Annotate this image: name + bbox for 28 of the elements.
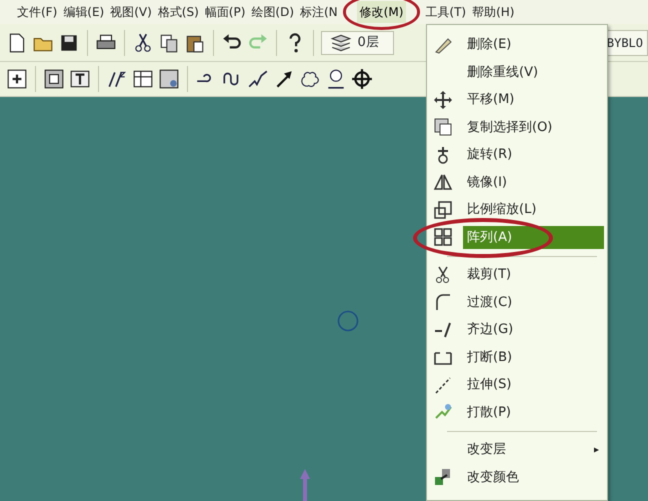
menu-item[interactable]: 打断(B) <box>463 346 604 369</box>
menu-item[interactable]: 旋转(R) <box>463 143 604 166</box>
menu-item[interactable]: 标注(N <box>297 1 341 23</box>
menu-item[interactable]: 绘图(D) <box>248 1 297 23</box>
menu-item[interactable]: 删除(E) <box>463 33 604 56</box>
layer-name: 0层 <box>358 34 379 52</box>
menu-item[interactable]: 比例缩放(L) <box>463 198 604 222</box>
menu-item[interactable]: 过渡(C) <box>463 290 604 314</box>
menu-item[interactable]: 齐边(G) <box>463 318 604 342</box>
menu-item[interactable]: 编辑(E) <box>60 1 108 23</box>
menu-item[interactable]: 阵列(A) <box>463 226 604 249</box>
menu-item[interactable]: 幅面(P) <box>202 1 248 23</box>
menu-item[interactable]: 平移(M) <box>463 88 604 112</box>
menu-item[interactable]: 镜像(I) <box>463 170 604 194</box>
menu-item[interactable]: 裁剪(T) <box>463 263 604 286</box>
menu-item[interactable]: 格式(S) <box>154 1 202 23</box>
menu-item[interactable]: 改变层 <box>463 438 604 462</box>
menu-item[interactable]: 视图(V) <box>107 1 155 23</box>
menu-item[interactable]: 帮助(H) <box>469 1 518 23</box>
layer-dropdown[interactable]: 0层 <box>320 30 394 54</box>
menu-item[interactable]: 工具(T) <box>422 1 470 23</box>
menu-item[interactable]: 打散(P) <box>463 400 604 424</box>
menu-item[interactable]: 拉伸(S) <box>463 373 604 396</box>
menu-item[interactable]: 删除重线(V) <box>463 60 604 84</box>
menu-item[interactable]: 修改(M) <box>356 1 406 23</box>
menu-item[interactable]: 复制选择到(O) <box>463 116 604 139</box>
menu-item[interactable]: 文件(F) <box>14 1 60 23</box>
menu-item[interactable]: 改变颜色 <box>463 466 604 489</box>
